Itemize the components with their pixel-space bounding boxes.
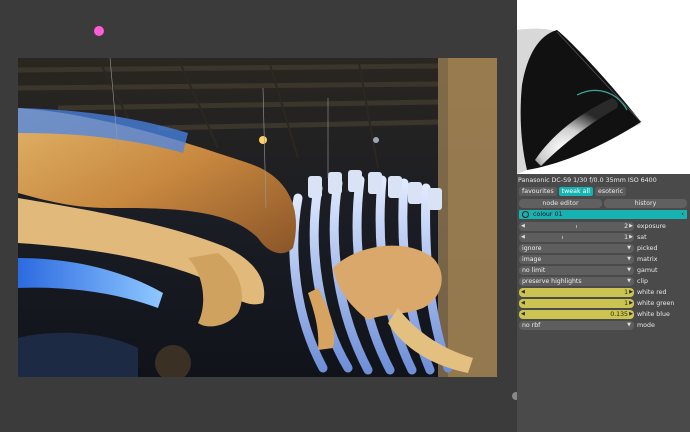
triangle-right-icon[interactable]: ▶	[629, 310, 633, 319]
white-blue-slider[interactable]: ◀ 0.135 ▶	[519, 310, 634, 319]
sat-slider[interactable]: ◀ 1 ▶	[519, 233, 634, 242]
slider-fill	[519, 299, 634, 308]
triangle-left-icon[interactable]: ◀	[521, 288, 525, 297]
gamut-row: no limit ▼ gamut	[519, 266, 687, 275]
white-green-row: ◀ 1 ▶ white green	[519, 299, 687, 308]
white-green-label: white green	[637, 300, 675, 307]
slider-center-tick	[562, 236, 563, 239]
gamut-select[interactable]: no limit ▼	[519, 266, 634, 275]
mode-label: mode	[637, 322, 655, 329]
triangle-right-icon[interactable]: ▶	[629, 299, 633, 308]
mode-value: no rbf	[522, 322, 541, 329]
clip-label: clip	[637, 278, 648, 285]
clip-value: preserve highlights	[522, 278, 582, 285]
power-icon[interactable]	[522, 211, 529, 218]
editor-button-row: node editor history	[519, 199, 687, 208]
clip-row: preserve highlights ▼ clip	[519, 277, 687, 286]
triangle-left-icon[interactable]: ◀	[521, 233, 525, 242]
gamut-value: no limit	[522, 267, 546, 274]
matrix-select[interactable]: image ▼	[519, 255, 634, 264]
gamut-visualization	[517, 0, 690, 174]
white-blue-row: ◀ 0.135 ▶ white blue	[519, 310, 687, 319]
right-panel: Panasonic DC-S9 1/30 f/0.0 35mm ISO 6400…	[517, 0, 690, 432]
picked-select[interactable]: ignore ▼	[519, 244, 634, 253]
image-canvas[interactable]	[0, 0, 520, 432]
tab-esoteric[interactable]: esoteric	[594, 187, 627, 196]
white-red-label: white red	[637, 289, 667, 296]
triangle-left-icon[interactable]: ◀	[521, 310, 525, 319]
white-green-slider[interactable]: ◀ 1 ▶	[519, 299, 634, 308]
triangle-right-icon[interactable]: ▶	[629, 288, 633, 297]
mode-select[interactable]: no rbf ▼	[519, 321, 634, 330]
triangle-down-icon: ▼	[627, 267, 631, 273]
triangle-down-icon: ▼	[627, 256, 631, 262]
triangle-right-icon[interactable]: ▶	[629, 233, 633, 242]
triangle-left-icon[interactable]: ◀	[521, 222, 525, 231]
picked-value: ignore	[522, 245, 542, 252]
triangle-down-icon: ▼	[627, 322, 631, 328]
triangle-down-icon: ▼	[627, 278, 631, 284]
white-red-row: ◀ 1 ▶ white red	[519, 288, 687, 297]
white-red-slider[interactable]: ◀ 1 ▶	[519, 288, 634, 297]
exposure-value: 2	[624, 223, 628, 230]
exposure-label: exposure	[637, 223, 666, 230]
tab-bar: favourites tweak all esoteric	[519, 187, 627, 196]
color-picker-marker[interactable]	[94, 26, 104, 36]
tab-favourites[interactable]: favourites	[519, 187, 557, 196]
sat-value: 1	[624, 234, 628, 241]
exposure-slider[interactable]: ◀ 2 ▶	[519, 222, 634, 231]
chevron-left-icon[interactable]: ‹	[681, 210, 684, 219]
white-red-value: 1	[624, 289, 628, 296]
matrix-row: image ▼ matrix	[519, 255, 687, 264]
tab-tweak-all[interactable]: tweak all	[558, 187, 593, 196]
gamut-label: gamut	[637, 267, 658, 274]
triangle-right-icon[interactable]: ▶	[629, 222, 633, 231]
slider-fill	[519, 288, 634, 297]
white-blue-value: 0.135	[610, 311, 628, 318]
module-header-colour[interactable]: colour 01 ‹	[519, 210, 687, 219]
camera-exif-info: Panasonic DC-S9 1/30 f/0.0 35mm ISO 6400	[518, 177, 657, 184]
white-green-value: 1	[624, 300, 628, 307]
exposure-row: ◀ 2 ▶ exposure	[519, 222, 687, 231]
slider-center-tick	[576, 225, 577, 228]
matrix-value: image	[522, 256, 542, 263]
picked-row: ignore ▼ picked	[519, 244, 687, 253]
clip-select[interactable]: preserve highlights ▼	[519, 277, 634, 286]
matrix-label: matrix	[637, 256, 658, 263]
history-button[interactable]: history	[604, 199, 687, 208]
image-preview[interactable]	[18, 58, 497, 377]
node-editor-button[interactable]: node editor	[519, 199, 602, 208]
mode-row: no rbf ▼ mode	[519, 321, 687, 330]
triangle-down-icon: ▼	[627, 245, 631, 251]
picked-label: picked	[637, 245, 658, 252]
sat-label: sat	[637, 234, 647, 241]
triangle-left-icon[interactable]: ◀	[521, 299, 525, 308]
white-blue-label: white blue	[637, 311, 670, 318]
sat-row: ◀ 1 ▶ sat	[519, 233, 687, 242]
module-title: colour 01	[533, 211, 563, 218]
whale-skeleton-photo	[18, 58, 497, 377]
